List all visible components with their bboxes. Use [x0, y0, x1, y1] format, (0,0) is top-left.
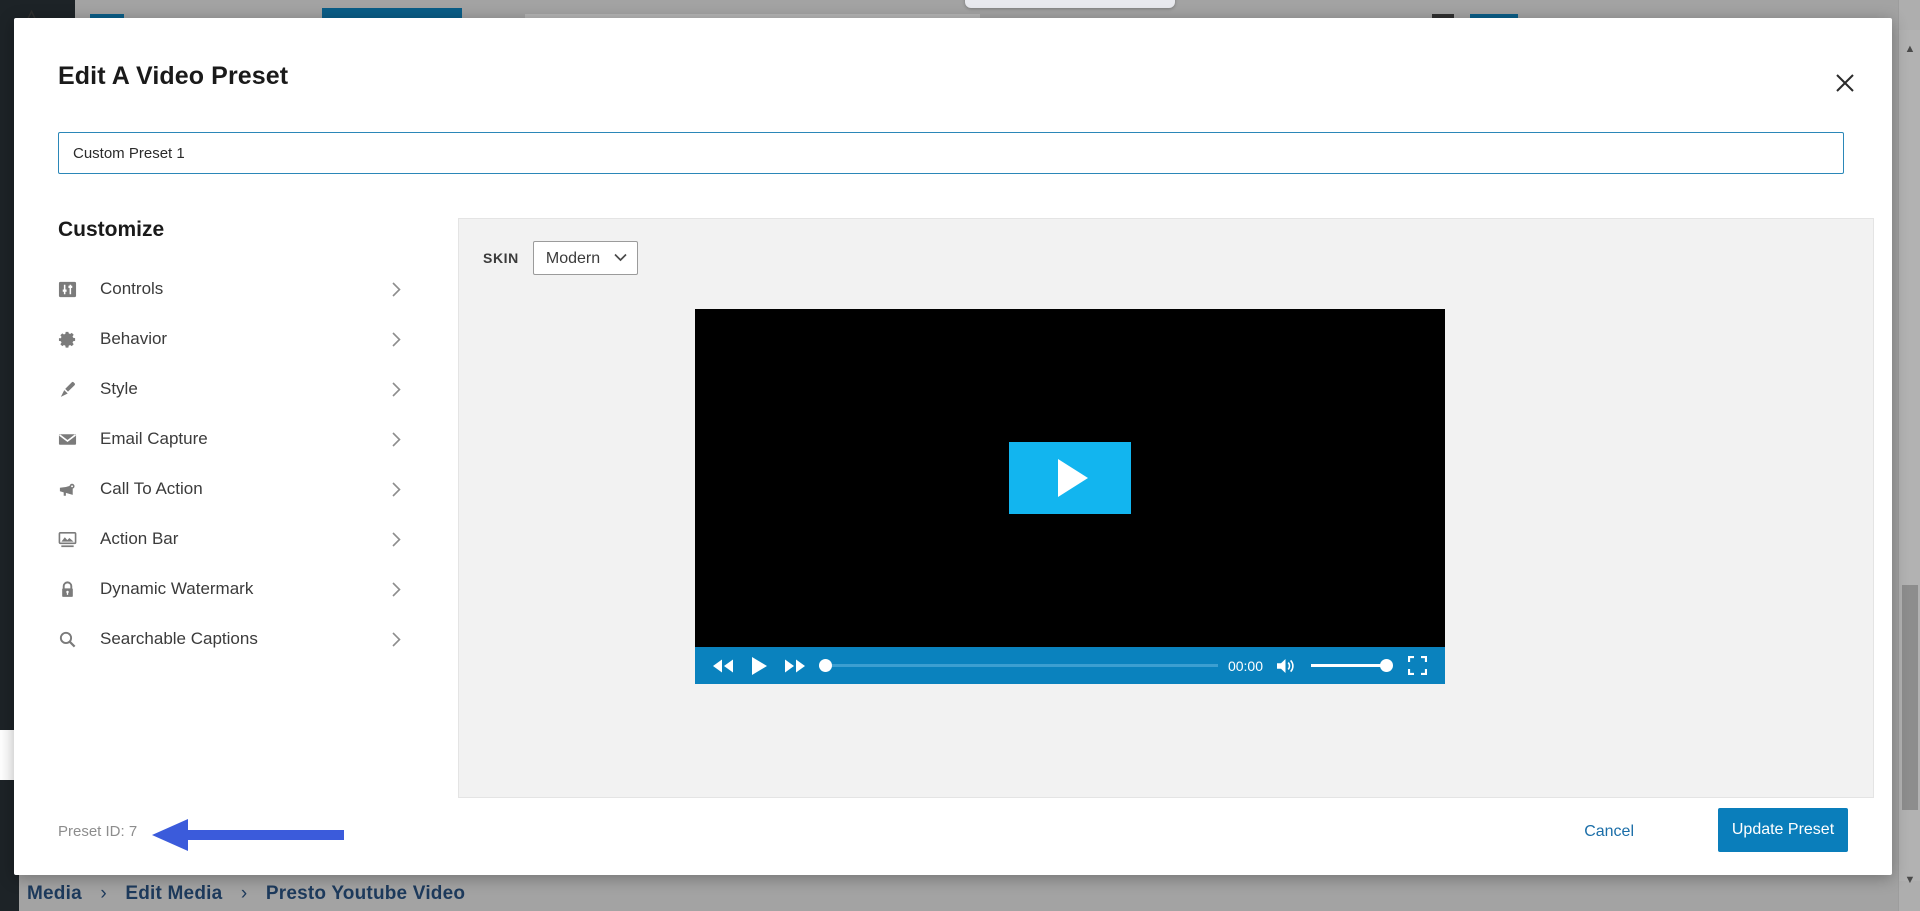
page-title: Edit A Video Preset — [58, 62, 289, 90]
chevron-right-icon — [386, 281, 406, 297]
scroll-up-arrow-icon[interactable]: ▲ — [1899, 36, 1920, 62]
page-scrollbar[interactable]: ▲ ▼ — [1898, 0, 1920, 911]
cancel-button[interactable]: Cancel — [1584, 823, 1634, 841]
edit-video-preset-modal: Edit A Video Preset Customize Controls B… — [14, 18, 1892, 875]
chevron-right-icon — [386, 381, 406, 397]
lock-icon — [58, 580, 92, 599]
skin-select-wrapper[interactable]: Modern — [532, 241, 638, 275]
customize-heading: Customize — [58, 218, 165, 241]
scrollbar-thumb[interactable] — [1902, 585, 1918, 810]
sidebar-item-label: Controls — [100, 279, 164, 298]
breadcrumb-separator: › — [240, 883, 248, 904]
video-stage[interactable] — [695, 309, 1445, 647]
breadcrumb-item-presto-youtube-video[interactable]: Presto Youtube Video — [266, 883, 465, 904]
customize-sidebar: Customize Controls Behavior Style Email … — [58, 218, 406, 664]
chevron-right-icon — [386, 581, 406, 597]
skin-row: SKIN Modern — [483, 241, 638, 275]
preset-name-input[interactable] — [58, 132, 1844, 174]
chevron-right-icon — [386, 631, 406, 647]
chevron-right-icon — [386, 431, 406, 447]
player-control-bar: 00:00 — [695, 647, 1445, 684]
breadcrumb-item-media[interactable]: Media — [27, 883, 82, 904]
scroll-down-arrow-icon[interactable]: ▼ — [1899, 867, 1920, 893]
sidebar-item-dynamic-watermark[interactable]: Dynamic Watermark — [58, 564, 406, 614]
sidebar-item-label: Dynamic Watermark — [100, 579, 254, 598]
sidebar-item-label: Searchable Captions — [100, 629, 258, 648]
sidebar-item-searchable-captions[interactable]: Searchable Captions — [58, 614, 406, 664]
preview-panel: SKIN Modern 00:00 — [458, 218, 1874, 798]
sidebar-item-label: Email Capture — [100, 429, 208, 448]
megaphone-icon — [58, 480, 92, 499]
fast-forward-icon[interactable] — [777, 647, 813, 684]
volume-high-icon[interactable] — [1269, 647, 1305, 684]
rewind-icon[interactable] — [705, 647, 741, 684]
search-icon — [58, 630, 92, 649]
chevron-right-icon — [386, 531, 406, 547]
sidebar-item-label: Style — [100, 379, 138, 398]
gear-icon — [58, 330, 92, 349]
sidebar-item-label: Behavior — [100, 329, 168, 348]
sidebar-item-action-bar[interactable]: Action Bar — [58, 514, 406, 564]
update-preset-button[interactable]: Update Preset — [1718, 808, 1848, 852]
sliders-icon — [58, 280, 92, 299]
play-icon[interactable] — [741, 647, 777, 684]
skin-label: SKIN — [483, 250, 519, 266]
volume-slider[interactable] — [1311, 647, 1393, 684]
preset-id-label: Preset ID: 7 — [58, 823, 138, 840]
volume-knob[interactable] — [1380, 659, 1393, 672]
progress-slider[interactable] — [819, 647, 1218, 684]
breadcrumb-item-edit-media[interactable]: Edit Media — [125, 883, 222, 904]
volume-track[interactable] — [1311, 664, 1387, 667]
chevron-right-icon — [386, 481, 406, 497]
fullscreen-icon[interactable] — [1399, 647, 1435, 684]
sidebar-item-style[interactable]: Style — [58, 364, 406, 414]
skin-select[interactable]: Modern — [532, 241, 638, 275]
left-arrow-annotation — [152, 818, 344, 852]
sidebar-item-controls[interactable]: Controls — [58, 264, 406, 314]
breadcrumb-separator: › — [100, 883, 107, 904]
close-icon[interactable] — [1826, 64, 1864, 102]
sidebar-item-label: Action Bar — [100, 529, 179, 548]
envelope-icon — [58, 430, 92, 449]
chevron-right-icon — [386, 331, 406, 347]
paintbrush-icon — [58, 380, 92, 399]
progress-knob[interactable] — [819, 659, 832, 672]
sidebar-item-email-capture[interactable]: Email Capture — [58, 414, 406, 464]
backdrop-floating-card — [965, 0, 1175, 8]
image-bar-icon — [58, 530, 92, 549]
video-player-preview[interactable]: 00:00 — [695, 309, 1445, 684]
progress-track[interactable] — [819, 664, 1218, 667]
play-triangle — [1058, 459, 1088, 497]
breadcrumb: Media › Edit Media › Presto Youtube Vide… — [27, 883, 465, 905]
time-display: 00:00 — [1227, 657, 1263, 674]
sidebar-item-behavior[interactable]: Behavior — [58, 314, 406, 364]
sidebar-item-call-to-action[interactable]: Call To Action — [58, 464, 406, 514]
play-icon[interactable] — [1009, 442, 1131, 514]
sidebar-item-label: Call To Action — [100, 479, 203, 498]
